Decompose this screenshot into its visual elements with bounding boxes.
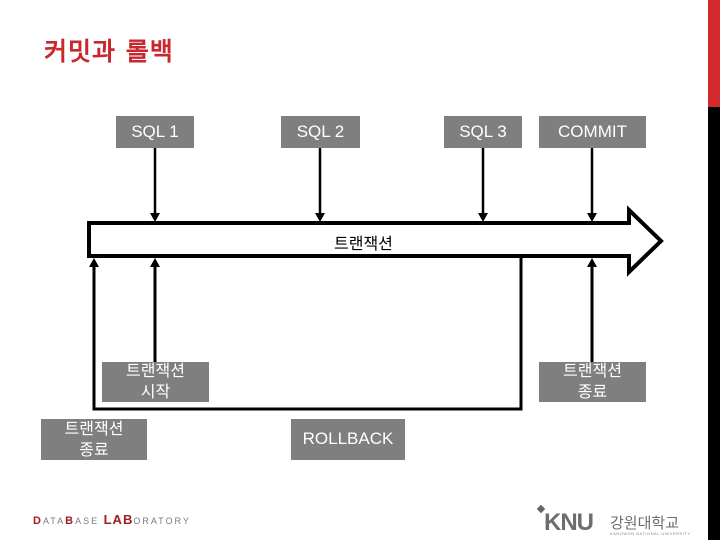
university-logo: KNU 강원대학교 KANGWON NATIONAL UNIVERSITY xyxy=(536,504,698,538)
lab-logo-d: D xyxy=(33,515,43,527)
tx-start-arrowhead xyxy=(150,258,160,267)
sql1-arrowhead xyxy=(150,213,160,222)
tx-start-line2: 시작 xyxy=(140,382,171,401)
tx-end-arrowhead xyxy=(587,258,597,267)
knu-english-name: KANGWON NATIONAL UNIVERSITY xyxy=(610,531,691,536)
transaction-arrow-label: 트랜잭션 xyxy=(334,234,393,253)
tx-end-left-line1: 트랜잭션 xyxy=(64,418,124,438)
tx-end-left-box: 트랜잭션 종료 xyxy=(41,419,147,460)
tx-end-right-line2: 종료 xyxy=(577,382,608,401)
step-commit: COMMIT xyxy=(539,116,646,148)
commit-arrowhead xyxy=(587,213,597,222)
database-lab-logo: DATABASE LABORATORY xyxy=(33,512,191,527)
lab-logo-oratory: ORATORY xyxy=(133,516,191,526)
rollback-loop-arrowhead xyxy=(89,258,99,267)
knu-wordmark: KNU xyxy=(544,509,594,536)
lab-logo-ase: ASE xyxy=(75,516,100,526)
lab-logo-lab: LAB xyxy=(103,512,134,527)
tx-end-left-line2: 종료 xyxy=(79,439,109,459)
lab-logo-b: B xyxy=(65,515,76,527)
tx-end-right-box: 트랜잭션 종료 xyxy=(539,361,646,402)
sql3-arrowhead xyxy=(478,213,488,222)
step-sql2: SQL 2 xyxy=(281,116,360,148)
step-sql3: SQL 3 xyxy=(444,116,522,148)
sql2-arrowhead xyxy=(315,213,325,222)
step-sql1: SQL 1 xyxy=(116,116,194,148)
tx-start-box: 트랜잭션 시작 xyxy=(102,361,209,402)
tx-end-right-line1: 트랜잭션 xyxy=(563,361,622,381)
rollback-box: ROLLBACK xyxy=(291,419,405,460)
knu-korean-name: 강원대학교 xyxy=(610,514,680,532)
lab-logo-ata: ATA xyxy=(42,516,66,526)
tx-start-line1: 트랜잭션 xyxy=(126,361,185,381)
